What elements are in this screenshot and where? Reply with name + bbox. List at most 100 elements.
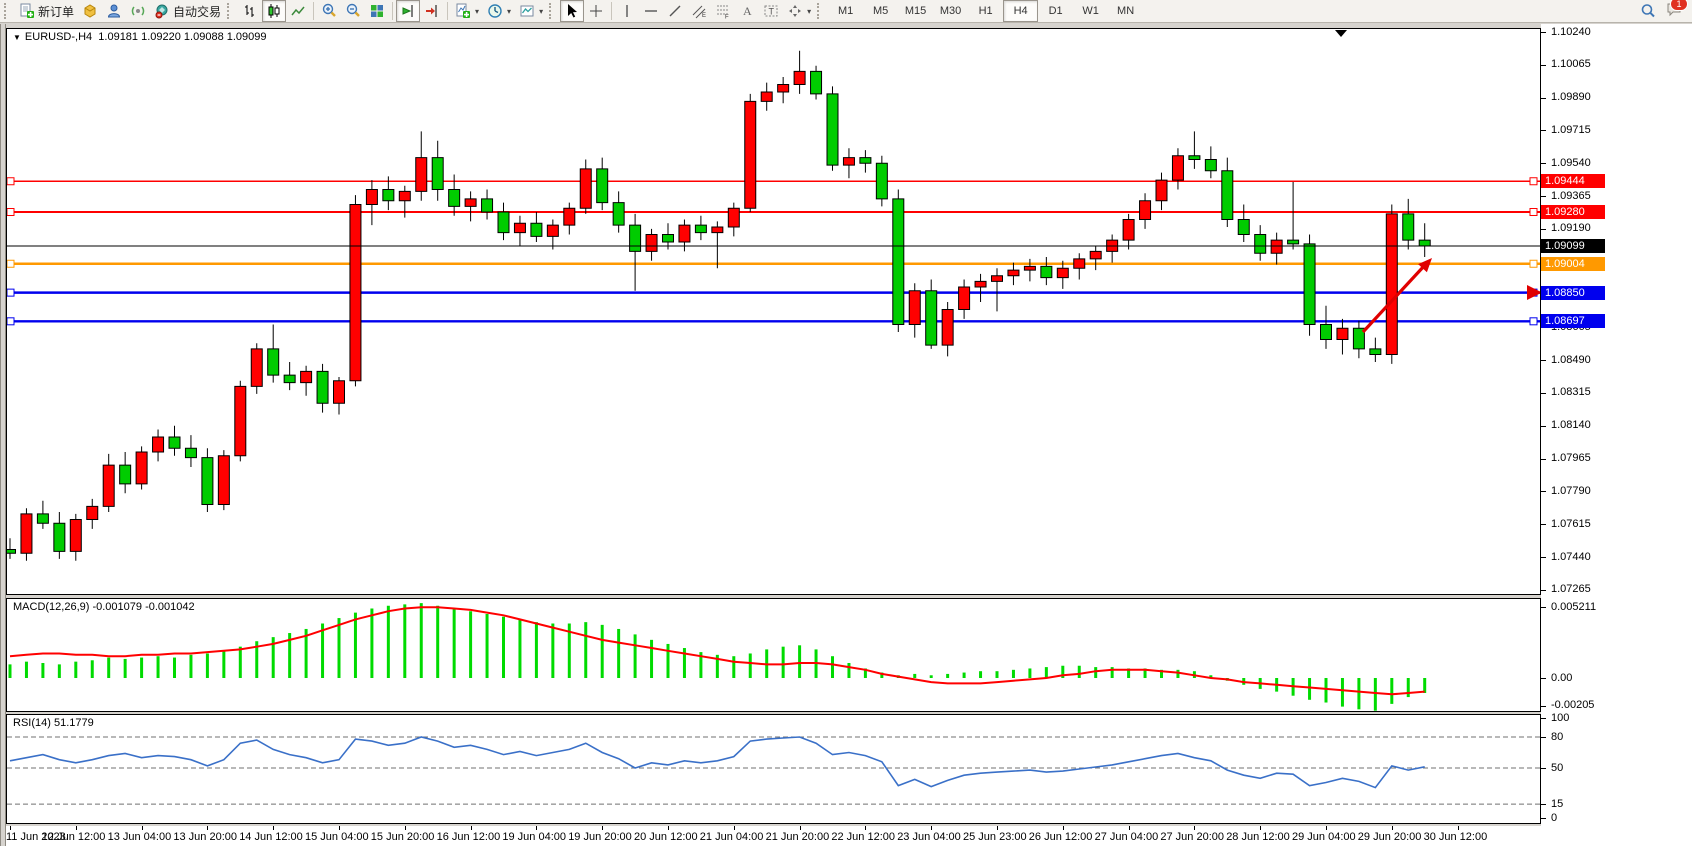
- bar-chart-mode-button[interactable]: [238, 0, 262, 22]
- text-tool-button[interactable]: A: [735, 0, 759, 22]
- candle-body: [465, 199, 476, 207]
- price-axis-tick: [1541, 768, 1546, 769]
- price-axis-tick: [1541, 678, 1546, 679]
- candle-body: [564, 208, 575, 225]
- price-axis[interactable]: 1.102401.100651.098901.097151.095401.093…: [1541, 24, 1692, 846]
- toolbar-drag-handle[interactable]: [227, 3, 234, 19]
- notifications-button[interactable]: 1: [1666, 1, 1682, 22]
- price-axis-tick: [1541, 491, 1546, 492]
- candle-body: [1419, 240, 1430, 246]
- price-tick-label: 1.10065: [1551, 58, 1591, 70]
- candle-body: [1321, 325, 1332, 340]
- time-label: 15 Jun 04:00: [305, 831, 369, 843]
- candle-body: [926, 291, 937, 345]
- timeframe-m30-button[interactable]: M30: [933, 0, 968, 22]
- timeframe-mn-button[interactable]: MN: [1108, 0, 1143, 22]
- market-watch-button[interactable]: [78, 0, 102, 22]
- trendline-tool-button[interactable]: [663, 0, 687, 22]
- candlestick-mode-button[interactable]: [262, 0, 286, 22]
- macd-signal-line: [10, 607, 1425, 694]
- line-handle[interactable]: [7, 318, 14, 325]
- price-chart-panel[interactable]: [6, 28, 1541, 595]
- toolbar-separator: [313, 2, 314, 20]
- line-handle[interactable]: [1530, 178, 1537, 185]
- price-badge-1.09444: 1.09444: [1541, 174, 1605, 188]
- chart-expand-icon[interactable]: ▼: [13, 33, 21, 42]
- dropdown-caret-icon: ▾: [475, 7, 479, 16]
- time-tick: [536, 826, 537, 830]
- candle-body: [432, 158, 443, 190]
- toolbar-drag-handle[interactable]: [4, 3, 11, 19]
- time-tick: [931, 826, 932, 830]
- line-handle[interactable]: [1530, 209, 1537, 216]
- time-tick: [1063, 826, 1064, 830]
- new-order-button[interactable]: 新订单: [15, 0, 78, 22]
- cursor-tool-button[interactable]: [560, 0, 584, 22]
- auto-scroll-button[interactable]: [396, 0, 420, 22]
- line-chart-mode-button[interactable]: [286, 0, 310, 22]
- candlestick-series: [6, 51, 1430, 561]
- zoom-in-button[interactable]: [317, 0, 341, 22]
- arrows-tool-button[interactable]: ▾: [783, 0, 815, 22]
- crosshair-tool-button[interactable]: [584, 0, 608, 22]
- candle-body: [876, 163, 887, 199]
- timeframe-w1-button[interactable]: W1: [1073, 0, 1108, 22]
- candle-body: [366, 190, 377, 205]
- price-tick-label: 1.07265: [1551, 583, 1591, 595]
- price-tick-label: 1.08140: [1551, 419, 1591, 431]
- timeframe-h1-button[interactable]: H1: [968, 0, 1003, 22]
- signals-button[interactable]: [126, 0, 150, 22]
- line-handle[interactable]: [7, 260, 14, 267]
- templates-button[interactable]: ▾: [515, 0, 547, 22]
- time-label: 30 Jun 12:00: [1424, 831, 1488, 843]
- candle-body: [136, 452, 147, 484]
- timeframe-m15-button[interactable]: M15: [898, 0, 933, 22]
- time-label: 27 Jun 20:00: [1160, 831, 1224, 843]
- text-label-tool-button[interactable]: T: [759, 0, 783, 22]
- candle-body: [630, 225, 641, 251]
- line-handle[interactable]: [1530, 318, 1537, 325]
- auto-trading-button[interactable]: 自动交易: [150, 0, 225, 22]
- time-tick: [1194, 826, 1195, 830]
- timeframe-h4-button[interactable]: H4: [1003, 0, 1038, 22]
- navigator-button[interactable]: [102, 0, 126, 22]
- toolbar-drag-handle[interactable]: [817, 3, 824, 19]
- timeframe-d1-button[interactable]: D1: [1038, 0, 1073, 22]
- timeframe-m1-button[interactable]: M1: [828, 0, 863, 22]
- horizontal-line-tool-button[interactable]: [639, 0, 663, 22]
- rsi-panel[interactable]: [6, 714, 1541, 824]
- search-button[interactable]: [1636, 0, 1660, 22]
- fibonacci-tool-button[interactable]: F: [711, 0, 735, 22]
- vertical-line-tool-button[interactable]: [615, 0, 639, 22]
- line-handle[interactable]: [7, 209, 14, 216]
- line-handle[interactable]: [7, 289, 14, 296]
- macd-panel[interactable]: [6, 598, 1541, 712]
- time-label: 19 Jun 04:00: [502, 831, 566, 843]
- chart-title: ▼EURUSD-,H4 1.09181 1.09220 1.09088 1.09…: [13, 31, 267, 43]
- line-handle[interactable]: [1530, 260, 1537, 267]
- zoom-out-button[interactable]: [341, 0, 365, 22]
- price-axis-tick: [1541, 607, 1546, 608]
- time-axis[interactable]: 11 Jun 202312 Jun 12:0013 Jun 04:0013 Ju…: [6, 826, 1541, 846]
- search-icon: [1640, 3, 1656, 19]
- timeframe-m5-button[interactable]: M5: [863, 0, 898, 22]
- candle-body: [482, 199, 493, 212]
- line-handle[interactable]: [7, 178, 14, 185]
- price-axis-tick: [1541, 360, 1546, 361]
- candle-body: [103, 465, 114, 506]
- candle-body: [597, 169, 608, 203]
- periods-button[interactable]: ▾: [483, 0, 515, 22]
- price-axis-tick: [1541, 426, 1546, 427]
- tile-windows-button[interactable]: [365, 0, 389, 22]
- scroll-position-marker[interactable]: [1335, 30, 1347, 37]
- candle-body: [728, 208, 739, 227]
- indicators-button[interactable]: ▾: [451, 0, 483, 22]
- time-label: 21 Jun 04:00: [700, 831, 764, 843]
- annotation-price-marker[interactable]: [1527, 285, 1541, 300]
- macd-axis-label: -0.00205: [1551, 699, 1594, 711]
- chart-shift-button[interactable]: [420, 0, 444, 22]
- candle-body: [1288, 240, 1299, 244]
- toolbar-drag-handle[interactable]: [549, 3, 556, 19]
- svg-text:T: T: [769, 7, 775, 17]
- channel-tool-button[interactable]: E: [687, 0, 711, 22]
